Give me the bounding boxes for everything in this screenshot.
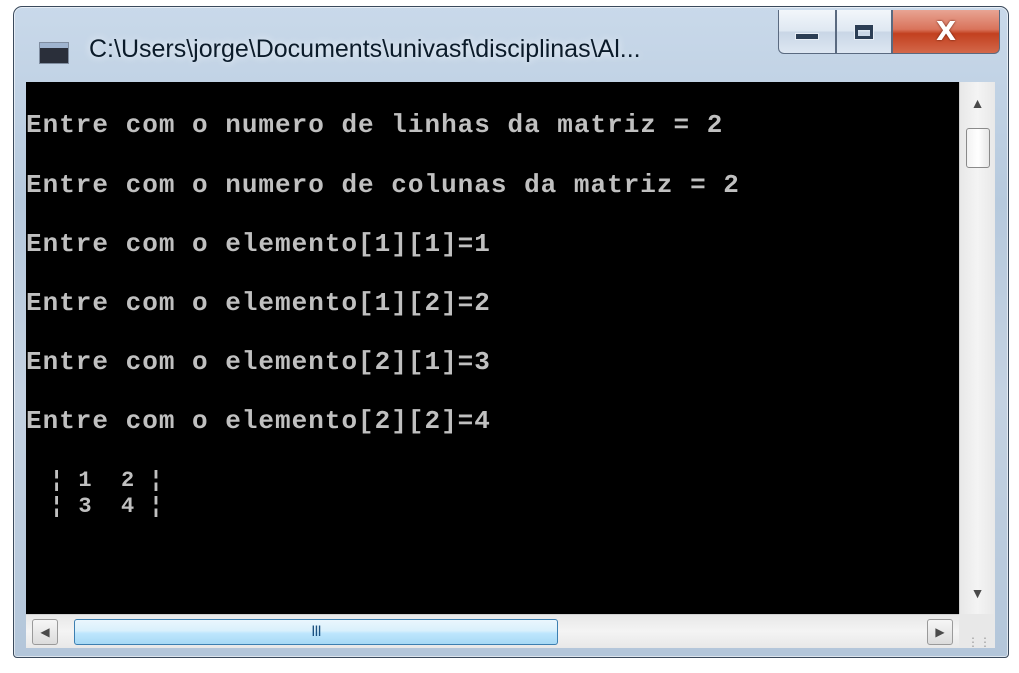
resize-grip[interactable]: ⋮⋮ <box>959 614 995 648</box>
window-title: C:\Users\jorge\Documents\univasf\discipl… <box>89 35 641 63</box>
caption-buttons: X <box>778 10 1000 54</box>
console-app-icon[interactable] <box>39 42 69 64</box>
minimize-icon <box>795 33 819 40</box>
minimize-button[interactable] <box>778 10 836 54</box>
close-icon: X <box>935 16 957 47</box>
maximize-button[interactable] <box>836 10 892 54</box>
horizontal-scroll-thumb[interactable]: III <box>74 619 558 645</box>
matrix-row: ¦ 3 4 ¦ <box>50 494 164 519</box>
scroll-down-arrow-icon[interactable]: ▼ <box>960 578 995 608</box>
scroll-right-arrow-icon[interactable]: ▶ <box>927 619 953 645</box>
console-line: Entre com o elemento[2][1]=3 <box>26 347 491 377</box>
scroll-up-arrow-icon[interactable]: ▲ <box>960 88 995 118</box>
console-line: Entre com o numero de linhas da matriz =… <box>26 110 724 140</box>
horizontal-scrollbar[interactable]: ◀ III ▶ <box>26 614 959 648</box>
console-line: Entre com o numero de colunas da matriz … <box>26 170 740 200</box>
console-line: Entre com o elemento[1][1]=1 <box>26 229 491 259</box>
matrix-row: ¦ 1 2 ¦ <box>50 468 164 493</box>
scroll-left-arrow-icon[interactable]: ◀ <box>32 619 58 645</box>
console-line: Entre com o elemento[1][2]=2 <box>26 288 491 318</box>
close-button[interactable]: X <box>892 10 1000 54</box>
thumb-grip-icon: III <box>311 624 321 640</box>
console-line: Entre com o elemento[2][2]=4 <box>26 406 491 436</box>
console-output[interactable]: Entre com o numero de linhas da matriz =… <box>26 82 959 614</box>
vertical-scroll-thumb[interactable] <box>966 128 990 168</box>
title-bar[interactable]: C:\Users\jorge\Documents\univasf\discipl… <box>14 7 1008 81</box>
maximize-icon <box>854 23 874 40</box>
resize-grip-icon: ⋮⋮ <box>967 634 991 649</box>
vertical-scrollbar[interactable]: ▲ ▼ <box>959 82 995 614</box>
